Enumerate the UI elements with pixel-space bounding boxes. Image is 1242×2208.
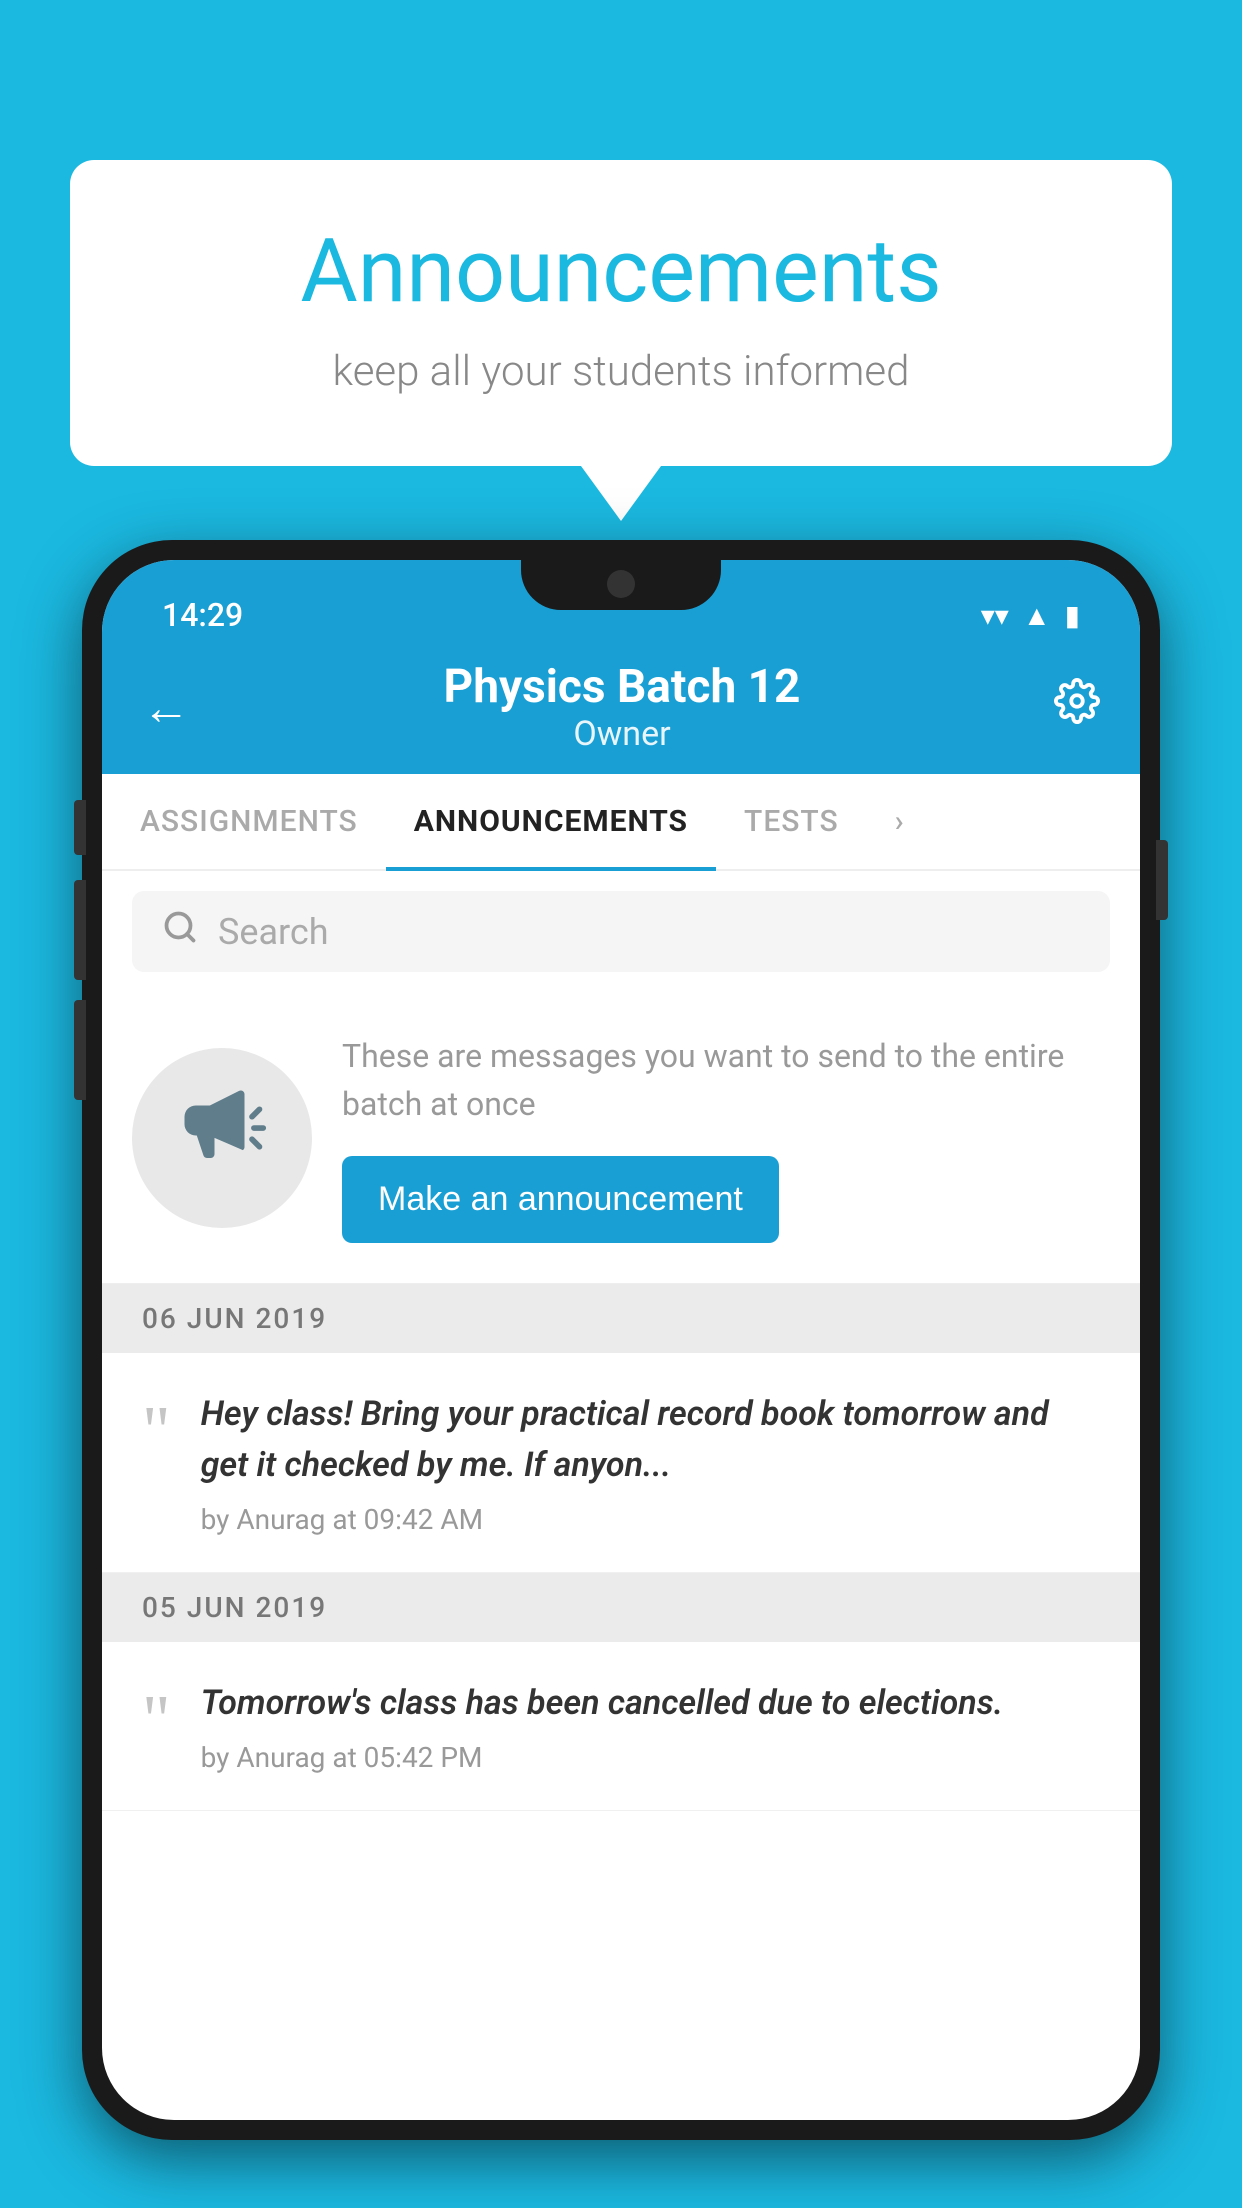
header-center: Physics Batch 12 Owner — [190, 660, 1054, 754]
tab-announcements[interactable]: ANNOUNCEMENTS — [386, 774, 716, 869]
megaphone-icon — [177, 1083, 267, 1193]
phone-notch — [521, 560, 721, 610]
header-title: Physics Batch 12 — [190, 660, 1054, 714]
phone-screen: 14:29 ▾▾ ▲ ▮ ← Physics Batch 12 Owner — [102, 560, 1140, 2120]
status-time: 14:29 — [162, 596, 243, 634]
speech-bubble-subtitle: keep all your students informed — [150, 347, 1092, 396]
wifi-icon: ▾▾ — [981, 599, 1009, 632]
phone-camera — [607, 570, 635, 598]
speech-bubble-container: Announcements keep all your students inf… — [70, 160, 1172, 521]
tab-assignments[interactable]: ASSIGNMENTS — [112, 774, 386, 869]
announcement-item-1[interactable]: " Hey class! Bring your practical record… — [102, 1353, 1140, 1573]
search-icon — [162, 909, 198, 954]
tabs-bar: ASSIGNMENTS ANNOUNCEMENTS TESTS › — [102, 774, 1140, 871]
announcement-meta-2: by Anurag at 05:42 PM — [201, 1741, 1100, 1774]
announcement-item-2[interactable]: " Tomorrow's class has been cancelled du… — [102, 1642, 1140, 1811]
search-bar[interactable]: Search — [132, 891, 1110, 972]
speech-bubble-title: Announcements — [150, 220, 1092, 323]
announcement-content-2: Tomorrow's class has been cancelled due … — [201, 1678, 1100, 1774]
date-separator-1: 06 JUN 2019 — [102, 1284, 1140, 1353]
phone-volume-down-button — [74, 1000, 86, 1100]
header-subtitle: Owner — [190, 714, 1054, 754]
battery-icon: ▮ — [1065, 599, 1080, 632]
phone-power-button — [1156, 840, 1168, 920]
search-bar-container: Search — [102, 871, 1140, 992]
quote-icon-1: " — [142, 1397, 171, 1467]
announcement-meta-1: by Anurag at 09:42 AM — [201, 1503, 1100, 1536]
phone-container: 14:29 ▾▾ ▲ ▮ ← Physics Batch 12 Owner — [82, 540, 1160, 2208]
announcement-cta: These are messages you want to send to t… — [102, 992, 1140, 1284]
status-icons: ▾▾ ▲ ▮ — [981, 599, 1080, 632]
make-announcement-button[interactable]: Make an announcement — [342, 1156, 779, 1243]
speech-bubble-arrow — [581, 466, 661, 521]
announcement-cta-right: These are messages you want to send to t… — [342, 1032, 1110, 1243]
announcement-text-2: Tomorrow's class has been cancelled due … — [201, 1678, 1100, 1729]
date-separator-2: 05 JUN 2019 — [102, 1573, 1140, 1642]
speech-bubble: Announcements keep all your students inf… — [70, 160, 1172, 466]
phone-volume-up-button — [74, 880, 86, 980]
announcement-content-1: Hey class! Bring your practical record b… — [201, 1389, 1100, 1536]
tab-tests[interactable]: TESTS — [716, 774, 867, 869]
announcement-cta-description: These are messages you want to send to t… — [342, 1032, 1110, 1128]
search-placeholder: Search — [218, 911, 329, 953]
phone-frame: 14:29 ▾▾ ▲ ▮ ← Physics Batch 12 Owner — [82, 540, 1160, 2140]
phone-mute-button — [74, 800, 86, 855]
signal-icon: ▲ — [1023, 599, 1051, 632]
announcement-text-1: Hey class! Bring your practical record b… — [201, 1389, 1100, 1491]
announcement-icon-circle — [132, 1048, 312, 1228]
back-button[interactable]: ← — [142, 679, 190, 736]
quote-icon-2: " — [142, 1686, 171, 1756]
settings-button[interactable] — [1054, 678, 1100, 736]
tab-more[interactable]: › — [867, 774, 933, 869]
